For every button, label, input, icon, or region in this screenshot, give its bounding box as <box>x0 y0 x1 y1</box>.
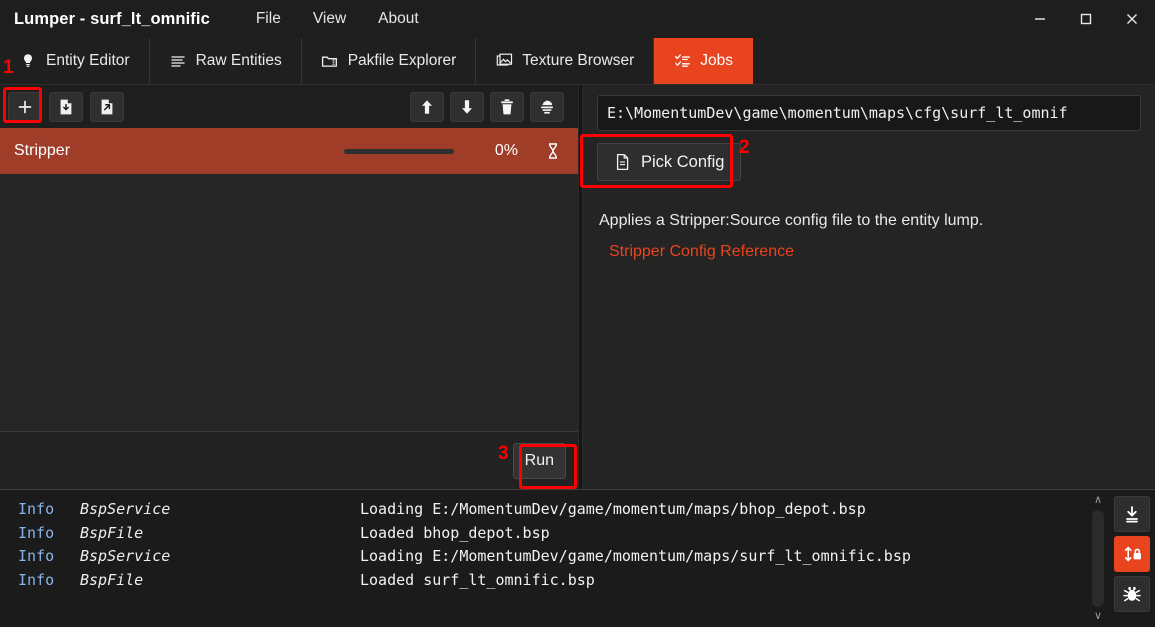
log-rows: Info BspService Loading E:/MomentumDev/g… <box>0 490 1087 627</box>
bug-icon[interactable] <box>1114 576 1150 612</box>
list-item: Info BspFile Loaded bhop_depot.bsp <box>0 522 1087 546</box>
log-level: Info <box>18 500 55 518</box>
delete-job-button[interactable] <box>490 91 524 122</box>
archive-folder-icon <box>321 52 339 70</box>
clear-jobs-button[interactable] <box>530 91 564 122</box>
lumper-window: Lumper - surf_lt_omnific File View About <box>0 0 1155 627</box>
title-bar: Lumper - surf_lt_omnific File View About <box>0 0 1155 38</box>
tab-label: Raw Entities <box>195 52 282 69</box>
log-message: Loaded surf_lt_omnific.bsp <box>360 570 595 589</box>
tab-bar: Entity Editor Raw Entities Pakfile Explo… <box>0 38 1155 85</box>
window-title: Lumper - surf_lt_omnific <box>14 9 210 28</box>
window-controls <box>1017 0 1155 38</box>
tab-label: Texture Browser <box>522 52 635 69</box>
log-actions <box>1109 490 1155 627</box>
job-description: Applies a Stripper:Source config file to… <box>599 212 984 229</box>
tab-texture-browser[interactable]: Texture Browser <box>476 38 655 84</box>
job-details-pane: E:\MomentumDev\game\momentum\maps\cfg\su… <box>583 85 1155 489</box>
job-list[interactable]: Stripper 0% <box>0 128 578 431</box>
list-item: Info BspService Loading E:/MomentumDev/g… <box>0 498 1087 522</box>
run-button[interactable]: Run <box>512 442 566 479</box>
autoscroll-lock-button[interactable] <box>1114 536 1150 572</box>
log-scrollbar[interactable]: ∧ ∨ <box>1087 490 1109 627</box>
job-progress-label: 0% <box>494 142 518 159</box>
tab-label: Jobs <box>700 52 733 69</box>
stripper-config-reference-link[interactable]: Stripper Config Reference <box>609 243 794 261</box>
log-source: BspFile <box>80 570 144 589</box>
document-icon <box>614 153 631 171</box>
hourglass-icon <box>542 142 564 160</box>
chevron-up-icon[interactable]: ∧ <box>1094 495 1102 506</box>
menu-item-view[interactable]: View <box>297 6 362 32</box>
log-message: Loading E:/MomentumDev/game/momentum/map… <box>360 547 911 565</box>
tab-jobs[interactable]: Jobs <box>654 38 753 84</box>
tab-label: Entity Editor <box>46 52 130 69</box>
tab-label: Pakfile Explorer <box>347 52 457 69</box>
scrollbar-track[interactable] <box>1092 510 1104 607</box>
config-path-input[interactable]: E:\MomentumDev\game\momentum\maps\cfg\su… <box>597 95 1141 131</box>
maximize-icon[interactable] <box>1063 0 1109 38</box>
job-progress-bar <box>344 148 454 154</box>
list-item: Info BspFile Loaded surf_lt_omnific.bsp <box>0 569 1087 593</box>
table-row[interactable]: Stripper 0% <box>0 128 578 174</box>
job-list-pane: Stripper 0% Run <box>0 85 578 489</box>
list-lines-icon <box>169 52 187 70</box>
log-level: Info <box>18 523 55 542</box>
move-job-up-button[interactable] <box>410 91 444 122</box>
job-toolbar <box>0 85 578 128</box>
tab-raw-entities[interactable]: Raw Entities <box>150 38 302 84</box>
tab-entity-editor[interactable]: Entity Editor <box>0 38 150 84</box>
log-level: Info <box>18 570 55 589</box>
run-bar: Run <box>0 431 578 489</box>
log-source: BspService <box>80 547 171 565</box>
menu-bar: File View About <box>240 6 435 32</box>
menu-item-about[interactable]: About <box>362 6 435 32</box>
log-source: BspFile <box>80 523 144 542</box>
close-icon[interactable] <box>1109 0 1155 38</box>
task-list-icon <box>673 52 691 70</box>
jobs-body: Stripper 0% Run E:\MomentumDev\game\mome… <box>0 85 1155 489</box>
menu-item-file[interactable]: File <box>240 6 297 32</box>
image-stack-icon <box>495 52 513 70</box>
chevron-down-icon[interactable]: ∨ <box>1094 611 1102 622</box>
lightbulb-icon <box>19 52 37 70</box>
pick-config-row: Pick Config <box>597 143 1141 181</box>
log-message: Loaded bhop_depot.bsp <box>360 523 550 542</box>
log-panel: Info BspService Loading E:/MomentumDev/g… <box>0 489 1155 627</box>
log-level: Info <box>18 547 55 565</box>
pick-config-label: Pick Config <box>641 152 725 171</box>
job-name: Stripper <box>14 142 71 159</box>
tab-pakfile-explorer[interactable]: Pakfile Explorer <box>302 38 477 84</box>
scroll-to-bottom-button[interactable] <box>1114 496 1150 532</box>
pick-config-button[interactable]: Pick Config <box>597 143 742 181</box>
export-job-button[interactable] <box>90 91 124 122</box>
minimize-icon[interactable] <box>1017 0 1063 38</box>
move-job-down-button[interactable] <box>450 91 484 122</box>
add-job-button[interactable] <box>8 91 42 122</box>
import-job-button[interactable] <box>49 91 83 122</box>
log-source: BspService <box>80 500 171 518</box>
log-message: Loading E:/MomentumDev/game/momentum/map… <box>360 500 866 518</box>
list-item: Info BspService Loading E:/MomentumDev/g… <box>0 545 1087 569</box>
